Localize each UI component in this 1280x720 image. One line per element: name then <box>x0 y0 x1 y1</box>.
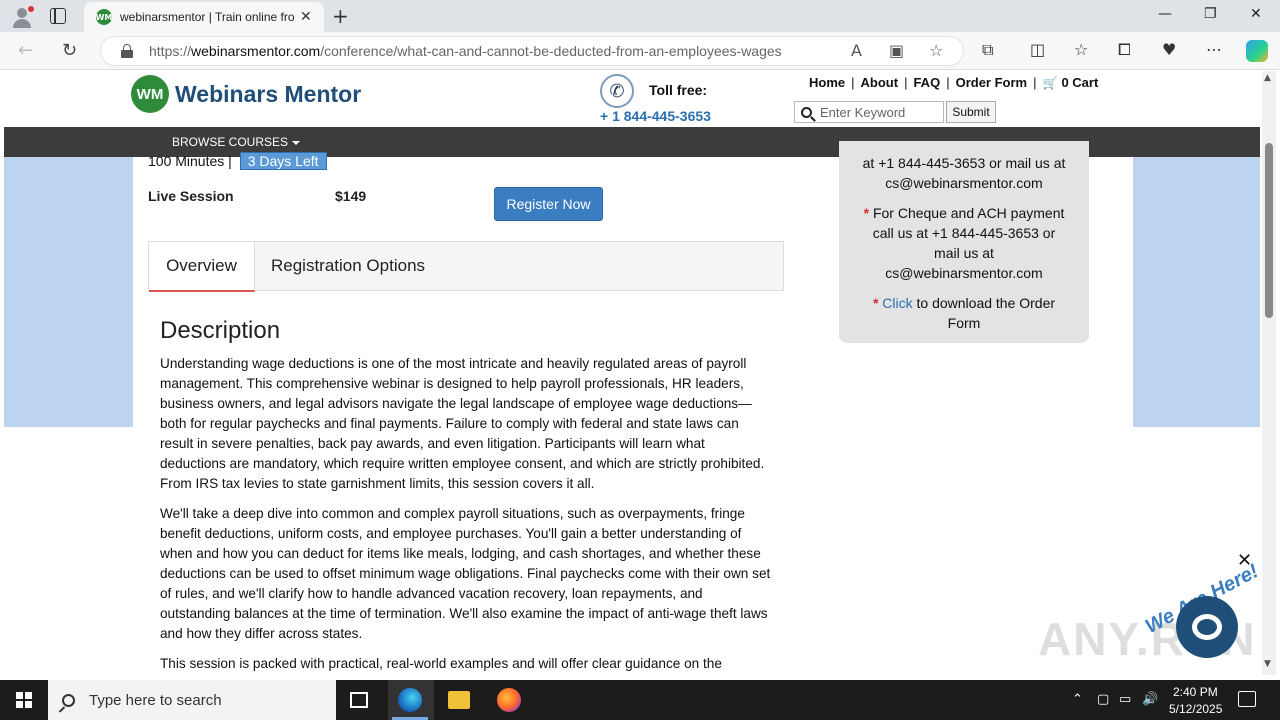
firefox-icon[interactable] <box>497 688 521 712</box>
cheque-line: * For Cheque and ACH payment <box>863 205 1065 221</box>
page-scrollbar[interactable]: ▲ ▼ <box>1262 71 1276 675</box>
minimize-icon[interactable]: — <box>1158 6 1172 22</box>
order-form-line: Form <box>947 315 981 331</box>
split-screen-icon[interactable]: ◫ <box>1030 40 1045 59</box>
favorites-icon[interactable]: ☆ <box>1074 40 1088 59</box>
session-label: Live Session <box>148 188 234 204</box>
search-box <box>794 101 944 123</box>
site-favicon-icon: WM <box>96 9 112 25</box>
tollfree-label: Toll free: <box>649 82 708 98</box>
profile-icon[interactable] <box>8 4 36 28</box>
description-paragraph: This session is packed with practical, r… <box>160 656 722 671</box>
url-text[interactable]: https://webinarsmentor.com/conference/wh… <box>149 43 782 59</box>
tab-actions-icon[interactable] <box>50 8 66 24</box>
scroll-down-icon[interactable]: ▼ <box>1264 659 1271 669</box>
cart-icon[interactable]: 🛒 <box>1042 76 1057 90</box>
refresh-icon[interactable]: ↻ <box>62 40 77 61</box>
nav-faq[interactable]: FAQ <box>913 75 940 90</box>
volume-icon[interactable]: 🔊 <box>1142 692 1158 707</box>
nav-cart[interactable]: 0 Cart <box>1061 75 1098 90</box>
web-page: WM Webinars Mentor ✆ Toll free: + 1 844-… <box>4 71 1260 675</box>
new-tab-icon[interactable]: + <box>332 4 349 28</box>
nav-order-form[interactable]: Order Form <box>956 75 1028 90</box>
clock-date[interactable]: 5/12/2025 <box>1169 702 1222 716</box>
search-input[interactable] <box>820 104 938 120</box>
edge-icon[interactable] <box>398 688 422 712</box>
collections-icon[interactable]: ⧠ <box>1118 40 1131 60</box>
description-paragraph: We'll take a deep dive into common and c… <box>160 506 771 641</box>
logo-text: Webinars Mentor <box>175 80 362 107</box>
cheque-line: mail us at <box>934 245 994 261</box>
lock-icon[interactable] <box>121 44 133 58</box>
search-icon <box>801 106 812 118</box>
restore-icon[interactable]: ❐ <box>1204 6 1217 22</box>
task-view-icon[interactable] <box>350 692 368 708</box>
copilot-icon[interactable] <box>1246 40 1268 62</box>
site-logo[interactable]: WM Webinars Mentor <box>131 75 361 113</box>
tab-title: webinarsmentor | Train online fro <box>120 10 295 24</box>
browser-tab-bar: WM webinarsmentor | Train online fro ✕ +… <box>0 0 1280 32</box>
tab-registration-options[interactable]: Registration Options <box>271 256 425 276</box>
nav-home[interactable]: Home <box>809 75 845 90</box>
order-form-line: * Click to download the Order <box>872 295 1056 311</box>
cheque-line: call us at +1 844-445-3653 or <box>872 225 1056 241</box>
read-aloud-icon[interactable]: A <box>851 41 862 60</box>
tollfree-number[interactable]: + 1 844-445-3653 <box>600 108 711 124</box>
scroll-thumb[interactable] <box>1265 143 1273 318</box>
window-close-icon[interactable]: ✕ <box>1250 6 1262 22</box>
chat-close-icon[interactable]: ✕ <box>1237 550 1252 571</box>
chat-widget-button[interactable] <box>1176 596 1238 658</box>
address-bar[interactable]: https://webinarsmentor.com/conference/wh… <box>100 36 964 66</box>
back-icon[interactable]: ← <box>18 40 33 61</box>
cheque-email[interactable]: cs@webinarsmentor.com <box>839 263 1089 283</box>
search-icon <box>62 693 75 707</box>
taskbar-search[interactable]: Type here to search <box>48 680 336 720</box>
browser-tab[interactable]: WM webinarsmentor | Train online fro ✕ <box>84 2 324 32</box>
network-icon[interactable]: ▭ <box>1119 692 1131 707</box>
caret-down-icon <box>292 140 301 145</box>
scroll-up-icon[interactable]: ▲ <box>1264 73 1271 83</box>
notification-icon[interactable] <box>1238 691 1256 707</box>
logo-mark-icon: WM <box>131 75 169 113</box>
favorite-star-icon[interactable]: ☆ <box>929 41 943 60</box>
close-tab-icon[interactable]: ✕ <box>300 9 312 25</box>
order-form-download-link[interactable]: Click <box>882 295 912 311</box>
tray-chevron-icon[interactable]: ⌃ <box>1072 692 1083 707</box>
search-submit-button[interactable]: Submit <box>946 101 996 123</box>
immersive-reader-icon[interactable]: ▣ <box>889 41 904 60</box>
payment-info-box: at +1 844-445-3653 or mail us at cs@webi… <box>839 141 1089 343</box>
tray-device-icon[interactable]: ▢ <box>1097 692 1109 707</box>
course-duration: 100 Minutes <box>148 153 225 169</box>
description-paragraph: Understanding wage deductions is one of … <box>160 356 765 491</box>
windows-start-icon[interactable] <box>16 692 32 708</box>
address-toolbar: ← ↻ https://webinarsmentor.com/conferenc… <box>0 32 1280 70</box>
chat-bubble-icon <box>1192 614 1222 640</box>
top-nav: Home | About | FAQ | Order Form | 🛒 0 Ca… <box>809 75 1099 90</box>
content-tabs: Overview Registration Options <box>148 241 784 292</box>
taskbar-search-text: Type here to search <box>89 691 222 709</box>
clock-time[interactable]: 2:40 PM <box>1173 685 1218 699</box>
phone-icon: ✆ <box>600 74 634 108</box>
description-title: Description <box>160 317 281 344</box>
register-now-button[interactable]: Register Now <box>494 187 603 221</box>
more-menu-icon[interactable]: ⋯ <box>1206 40 1222 59</box>
browse-courses-menu[interactable]: BROWSE COURSES <box>172 135 301 149</box>
taskbar: Type here to search ⌃ ▢ ▭ 🔊 2:40 PM 5/12… <box>0 680 1280 720</box>
site-header: WM Webinars Mentor ✆ Toll free: + 1 844-… <box>4 71 1260 127</box>
days-left-badge: 3 Days Left <box>239 152 327 170</box>
course-meta: 100 Minutes | 3 Days Left <box>148 152 327 170</box>
browser-essentials-icon[interactable]: ♥ <box>1162 40 1176 59</box>
session-price: $149 <box>335 188 367 204</box>
nav-about[interactable]: About <box>861 75 899 90</box>
extensions-icon[interactable]: ⧉ <box>982 40 993 60</box>
payment-line: at +1 844-445-3653 or mail us at <box>862 155 1066 171</box>
payment-email[interactable]: cs@webinarsmentor.com <box>839 173 1089 193</box>
file-explorer-icon[interactable] <box>448 691 470 709</box>
tab-overview[interactable]: Overview <box>149 242 255 292</box>
